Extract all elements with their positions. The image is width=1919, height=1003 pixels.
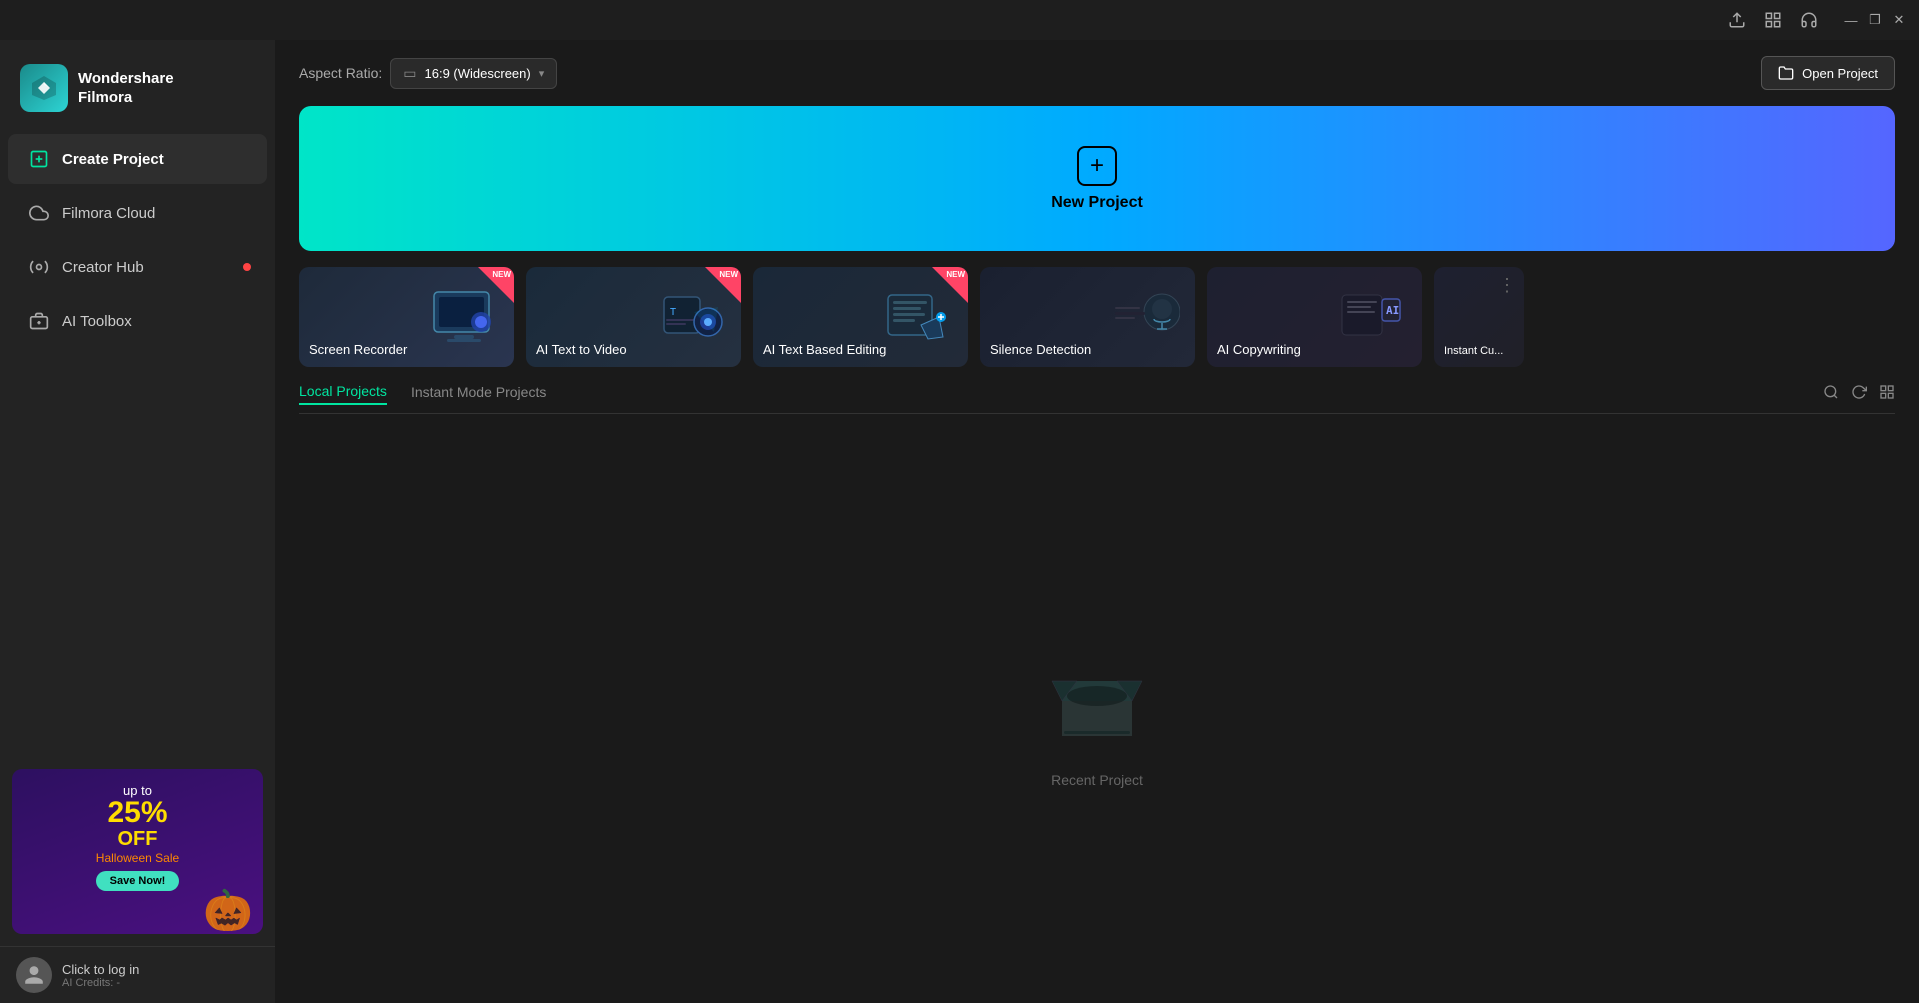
- user-credits: AI Credits: -: [62, 977, 139, 989]
- chevron-down-icon: ▾: [539, 67, 545, 80]
- screen-icon: ▭: [403, 65, 416, 82]
- feature-card-instant-cut[interactable]: ⋮ Instant Cu...: [1434, 267, 1524, 367]
- empty-state: Recent Project: [299, 430, 1895, 1003]
- ad-banner[interactable]: up to 25% OFF Halloween Sale Save Now! 🎃: [12, 769, 263, 934]
- search-icon[interactable]: [1823, 384, 1839, 405]
- ai-text-video-icon: T: [651, 282, 731, 352]
- more-icon: ⋮: [1498, 275, 1516, 296]
- window-controls: — ❐ ✕: [1843, 12, 1907, 28]
- sidebar-item-create-project[interactable]: Create Project: [8, 134, 267, 184]
- logo-area: Wondershare Filmora: [0, 56, 275, 132]
- svg-text:AI: AI: [1386, 304, 1399, 317]
- brand-name: Wondershare Filmora: [78, 69, 174, 108]
- empty-label: Recent Project: [1051, 772, 1143, 788]
- card-label: Silence Detection: [990, 342, 1091, 357]
- feature-card-ai-text-to-video[interactable]: NEW T AI Text to Video: [526, 267, 741, 367]
- plus-icon: +: [1077, 146, 1117, 186]
- feature-card-silence-detection[interactable]: Silence Detection: [980, 267, 1195, 367]
- minimize-button[interactable]: —: [1843, 12, 1859, 28]
- create-project-icon: [28, 148, 50, 170]
- folder-icon: [1778, 65, 1794, 81]
- close-button[interactable]: ✕: [1891, 12, 1907, 28]
- svg-text:T: T: [670, 307, 676, 318]
- topbar: Aspect Ratio: ▭ 16:9 (Widescreen) ▾ Open…: [275, 40, 1919, 106]
- open-project-button[interactable]: Open Project: [1761, 56, 1895, 90]
- tab-instant-mode[interactable]: Instant Mode Projects: [411, 384, 546, 404]
- sidebar-item-label: Creator Hub: [62, 259, 144, 276]
- open-project-label: Open Project: [1802, 66, 1878, 81]
- sidebar-item-filmora-cloud[interactable]: Filmora Cloud: [8, 188, 267, 238]
- new-project-banner[interactable]: + New Project: [299, 106, 1895, 251]
- empty-box-illustration: [1042, 646, 1152, 756]
- refresh-icon[interactable]: [1851, 384, 1867, 405]
- sidebar-item-label: Create Project: [62, 151, 164, 168]
- ad-save-button[interactable]: Save Now!: [96, 871, 180, 891]
- grid-view-icon[interactable]: [1879, 384, 1895, 405]
- ad-percent-text: 25%: [26, 798, 249, 828]
- feature-card-screen-recorder[interactable]: NEW Screen Recorder: [299, 267, 514, 367]
- ad-sale-text: Halloween Sale: [26, 851, 249, 865]
- ai-copywriting-icon: AI: [1332, 282, 1412, 352]
- card-label: AI Text to Video: [536, 342, 627, 357]
- aspect-ratio-selector: Aspect Ratio: ▭ 16:9 (Widescreen) ▾: [299, 58, 557, 89]
- card-label: AI Text Based Editing: [763, 342, 886, 357]
- user-name: Click to log in: [62, 962, 139, 977]
- card-label: AI Copywriting: [1217, 342, 1301, 357]
- projects-tabs: Local Projects Instant Mode Projects: [299, 383, 1895, 414]
- headset-icon[interactable]: [1799, 10, 1819, 30]
- user-avatar: [16, 957, 52, 993]
- titlebar: — ❐ ✕: [0, 0, 1919, 40]
- screen-recorder-icon: [424, 282, 504, 352]
- projects-section: Local Projects Instant Mode Projects: [275, 383, 1919, 1003]
- sidebar-item-ai-toolbox[interactable]: AI Toolbox: [8, 296, 267, 346]
- ai-toolbox-icon: [28, 310, 50, 332]
- feature-cards-row: NEW Screen Recorder NEW: [275, 251, 1919, 383]
- feature-card-ai-text-based-editing[interactable]: NEW AI Text Based Editing: [753, 267, 968, 367]
- new-project-inner: + New Project: [1051, 146, 1143, 212]
- app-logo: [20, 64, 68, 112]
- notification-dot: [243, 263, 251, 271]
- card-label: Instant Cu...: [1444, 345, 1503, 357]
- aspect-ratio-value: 16:9 (Widescreen): [425, 66, 531, 81]
- projects-toolbar: [1823, 384, 1895, 405]
- user-area[interactable]: Click to log in AI Credits: -: [0, 946, 275, 1003]
- ai-text-editing-icon: [878, 282, 958, 352]
- feature-card-ai-copywriting[interactable]: AI AI Copywriting: [1207, 267, 1422, 367]
- grid-icon[interactable]: [1763, 10, 1783, 30]
- user-info: Click to log in AI Credits: -: [62, 962, 139, 989]
- aspect-ratio-dropdown[interactable]: ▭ 16:9 (Widescreen) ▾: [390, 58, 557, 89]
- tab-local-projects[interactable]: Local Projects: [299, 383, 387, 405]
- sidebar-item-label: AI Toolbox: [62, 313, 132, 330]
- aspect-ratio-label: Aspect Ratio:: [299, 65, 382, 81]
- upload-icon[interactable]: [1727, 10, 1747, 30]
- creator-hub-icon: [28, 256, 50, 278]
- sidebar: Wondershare Filmora Create Project Fil: [0, 40, 275, 1003]
- cloud-icon: [28, 202, 50, 224]
- ad-off-text: OFF: [26, 828, 249, 851]
- sidebar-item-creator-hub[interactable]: Creator Hub: [8, 242, 267, 292]
- sidebar-item-label: Filmora Cloud: [62, 205, 155, 222]
- maximize-button[interactable]: ❐: [1867, 12, 1883, 28]
- new-project-label: New Project: [1051, 194, 1143, 212]
- card-label: Screen Recorder: [309, 342, 407, 357]
- main-content: Aspect Ratio: ▭ 16:9 (Widescreen) ▾ Open…: [275, 40, 1919, 1003]
- silence-detection-icon: [1105, 282, 1185, 352]
